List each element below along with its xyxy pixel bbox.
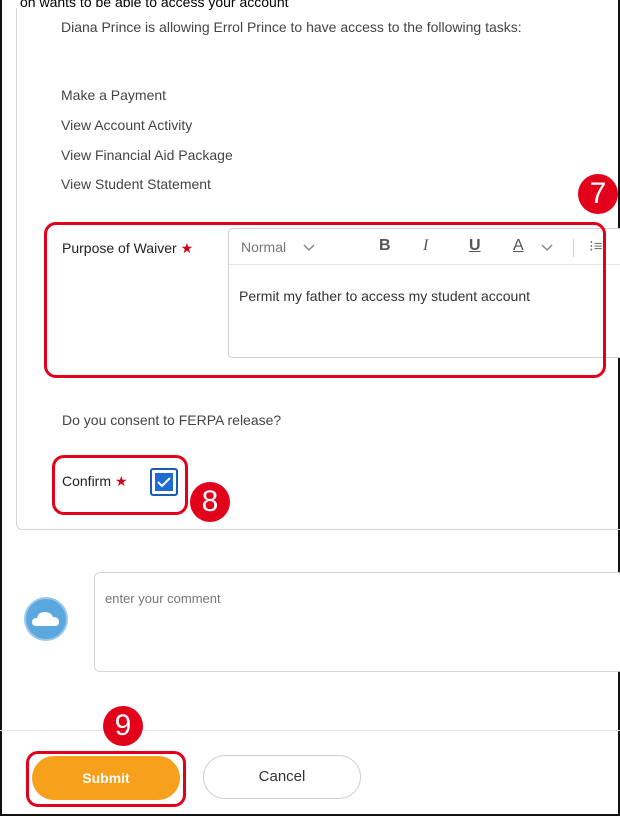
task-item: View Account Activity xyxy=(61,117,193,133)
step-8-badge: 8 xyxy=(190,482,230,522)
comment-box[interactable] xyxy=(94,572,620,672)
user-avatar xyxy=(24,597,68,641)
comment-input[interactable] xyxy=(105,591,505,606)
task-item: View Financial Aid Package xyxy=(61,147,233,163)
cancel-button[interactable]: Cancel xyxy=(203,755,361,799)
cloud-icon xyxy=(32,612,59,626)
step-9-highlight xyxy=(26,751,186,807)
ferpa-consent-question: Do you consent to FERPA release? xyxy=(62,412,282,428)
task-item: Make a Payment xyxy=(61,87,167,103)
step-7-badge: 7 xyxy=(578,174,618,214)
task-item: View Student Statement xyxy=(61,176,211,192)
step-7-highlight xyxy=(44,222,606,378)
step-8-highlight xyxy=(52,455,188,515)
footer-divider xyxy=(0,730,620,731)
step-9-badge: 9 xyxy=(103,706,143,746)
access-intro-text: Diana Prince is allowing Errol Prince to… xyxy=(61,19,522,35)
